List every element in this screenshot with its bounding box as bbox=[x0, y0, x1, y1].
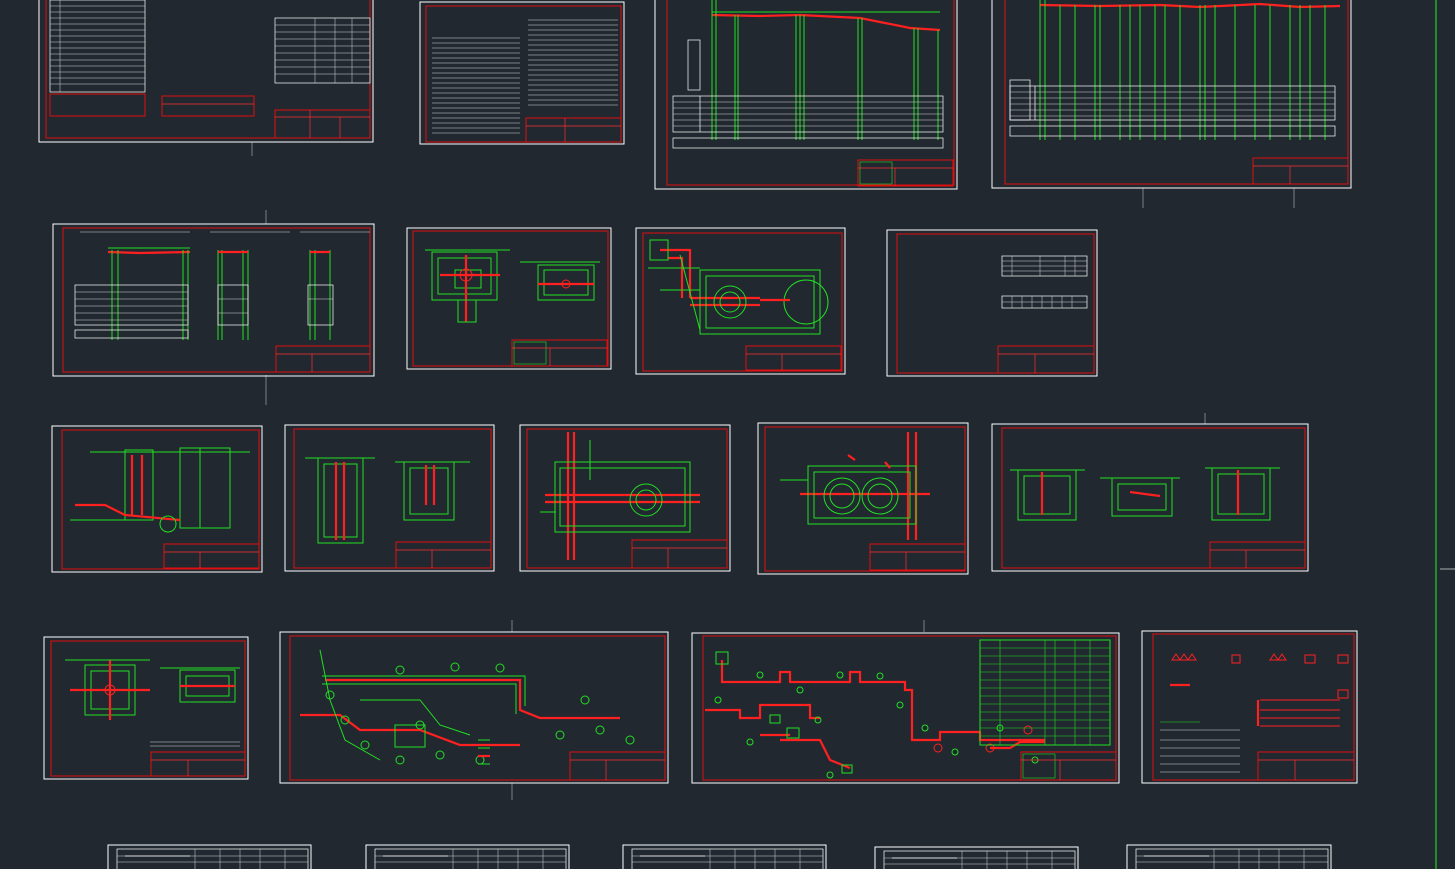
cad-model-space[interactable] bbox=[0, 0, 1455, 869]
drawing-sheet-title-block-4[interactable] bbox=[874, 846, 1079, 869]
drawing-sheet-chamber-plan-1[interactable] bbox=[635, 227, 846, 375]
drawing-sheet-site-plan[interactable] bbox=[279, 631, 669, 784]
drawing-sheet-sections-1[interactable] bbox=[284, 424, 495, 572]
drawing-sheet-section-1[interactable] bbox=[51, 425, 263, 573]
drawing-sheet-title-block-3[interactable] bbox=[622, 844, 827, 869]
drawing-sheet-sections-2[interactable] bbox=[991, 423, 1309, 572]
drawing-sheet-node-detail-1[interactable] bbox=[406, 227, 612, 370]
drawing-sheet-notes[interactable] bbox=[419, 1, 625, 145]
drawing-sheet-network-scheme[interactable] bbox=[691, 632, 1120, 784]
drawing-sheet-title-block-1[interactable] bbox=[107, 844, 312, 869]
drawing-sheet-chamber-plan-3[interactable] bbox=[757, 422, 969, 575]
drawing-sheet-node-detail-2[interactable] bbox=[43, 636, 249, 780]
drawing-sheet-title-block-2[interactable] bbox=[365, 844, 570, 869]
drawing-sheet-profile-sections[interactable] bbox=[52, 223, 375, 377]
drawing-sheet-profile-1[interactable] bbox=[654, 0, 958, 190]
drawing-sheet-title-block-5[interactable] bbox=[1126, 844, 1332, 869]
drawing-sheet-specification[interactable] bbox=[886, 229, 1098, 377]
drawing-sheet-general-data[interactable] bbox=[38, 0, 374, 143]
drawing-sheet-profile-2[interactable] bbox=[991, 0, 1352, 189]
drawing-sheet-legend[interactable] bbox=[1141, 630, 1358, 784]
drawing-sheet-chamber-plan-2[interactable] bbox=[519, 424, 731, 572]
